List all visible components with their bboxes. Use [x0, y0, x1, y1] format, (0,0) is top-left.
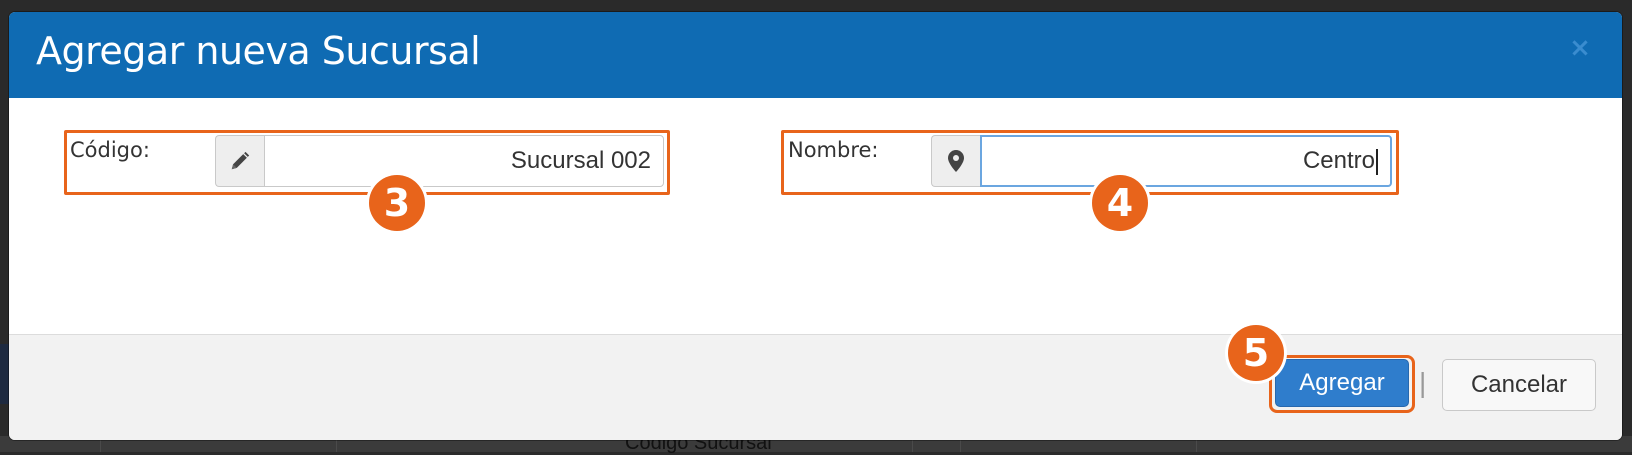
nombre-label: Nombre:	[788, 138, 879, 162]
nombre-input-value: Centro	[1303, 147, 1375, 174]
map-marker-icon	[931, 135, 980, 187]
cancelar-button[interactable]: Cancelar	[1442, 359, 1596, 411]
button-separator: |	[1419, 367, 1426, 399]
text-caret	[1376, 149, 1378, 175]
dialog-body: Código: Sucursal 002 3 Nombre: Centro 4	[9, 98, 1622, 334]
codigo-label: Código:	[70, 138, 150, 162]
dialog-title: Agregar nueva Sucursal	[36, 29, 480, 73]
close-icon[interactable]: ×	[1566, 34, 1594, 62]
step-5-badge: 5	[1228, 325, 1284, 381]
step-3-badge: 3	[369, 175, 425, 231]
dialog-header: Agregar nueva Sucursal ×	[9, 12, 1622, 98]
pencil-icon	[215, 135, 264, 187]
nombre-input[interactable]: Centro	[980, 135, 1392, 187]
agregar-button[interactable]: Agregar	[1275, 359, 1409, 407]
codigo-input[interactable]: Sucursal 002	[264, 135, 664, 187]
step-4-badge: 4	[1092, 175, 1148, 231]
